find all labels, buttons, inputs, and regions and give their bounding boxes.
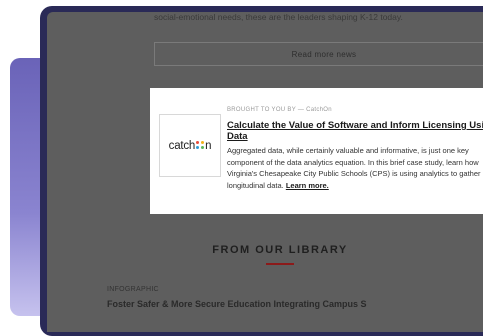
logo-text-right: n [205,139,212,152]
library-heading-rule [266,263,294,265]
read-more-news-button[interactable]: Read more news [154,42,483,66]
intro-text: social-emotional needs, these are the le… [154,12,403,22]
logo-dots-icon [195,140,205,150]
catchon-logo: catch n [169,140,212,152]
screen: social-emotional needs, these are the le… [47,12,483,332]
sponsored-body: Aggregated data, while certainly valuabl… [227,145,483,191]
sponsored-title-link[interactable]: Calculate the Value of Software and Info… [227,120,483,142]
library-heading: FROM OUR LIBRARY [212,244,348,256]
sponsored-body-text: Aggregated data, while certainly valuabl… [227,146,481,190]
learn-more-link[interactable]: Learn more. [286,181,329,190]
logo-text-left: catch [168,139,196,152]
sponsor-line: BROUGHT TO YOU BY — CatchOn [227,107,332,113]
sponsor-logo[interactable]: catch n [159,114,221,177]
sponsored-card: catch n BROUGHT TO YOU BY — CatchOn Calcu… [150,88,483,214]
library-item-title[interactable]: Foster Safer & More Secure Education Int… [107,299,367,309]
library-kicker: INFOGRAPHIC [107,286,159,293]
